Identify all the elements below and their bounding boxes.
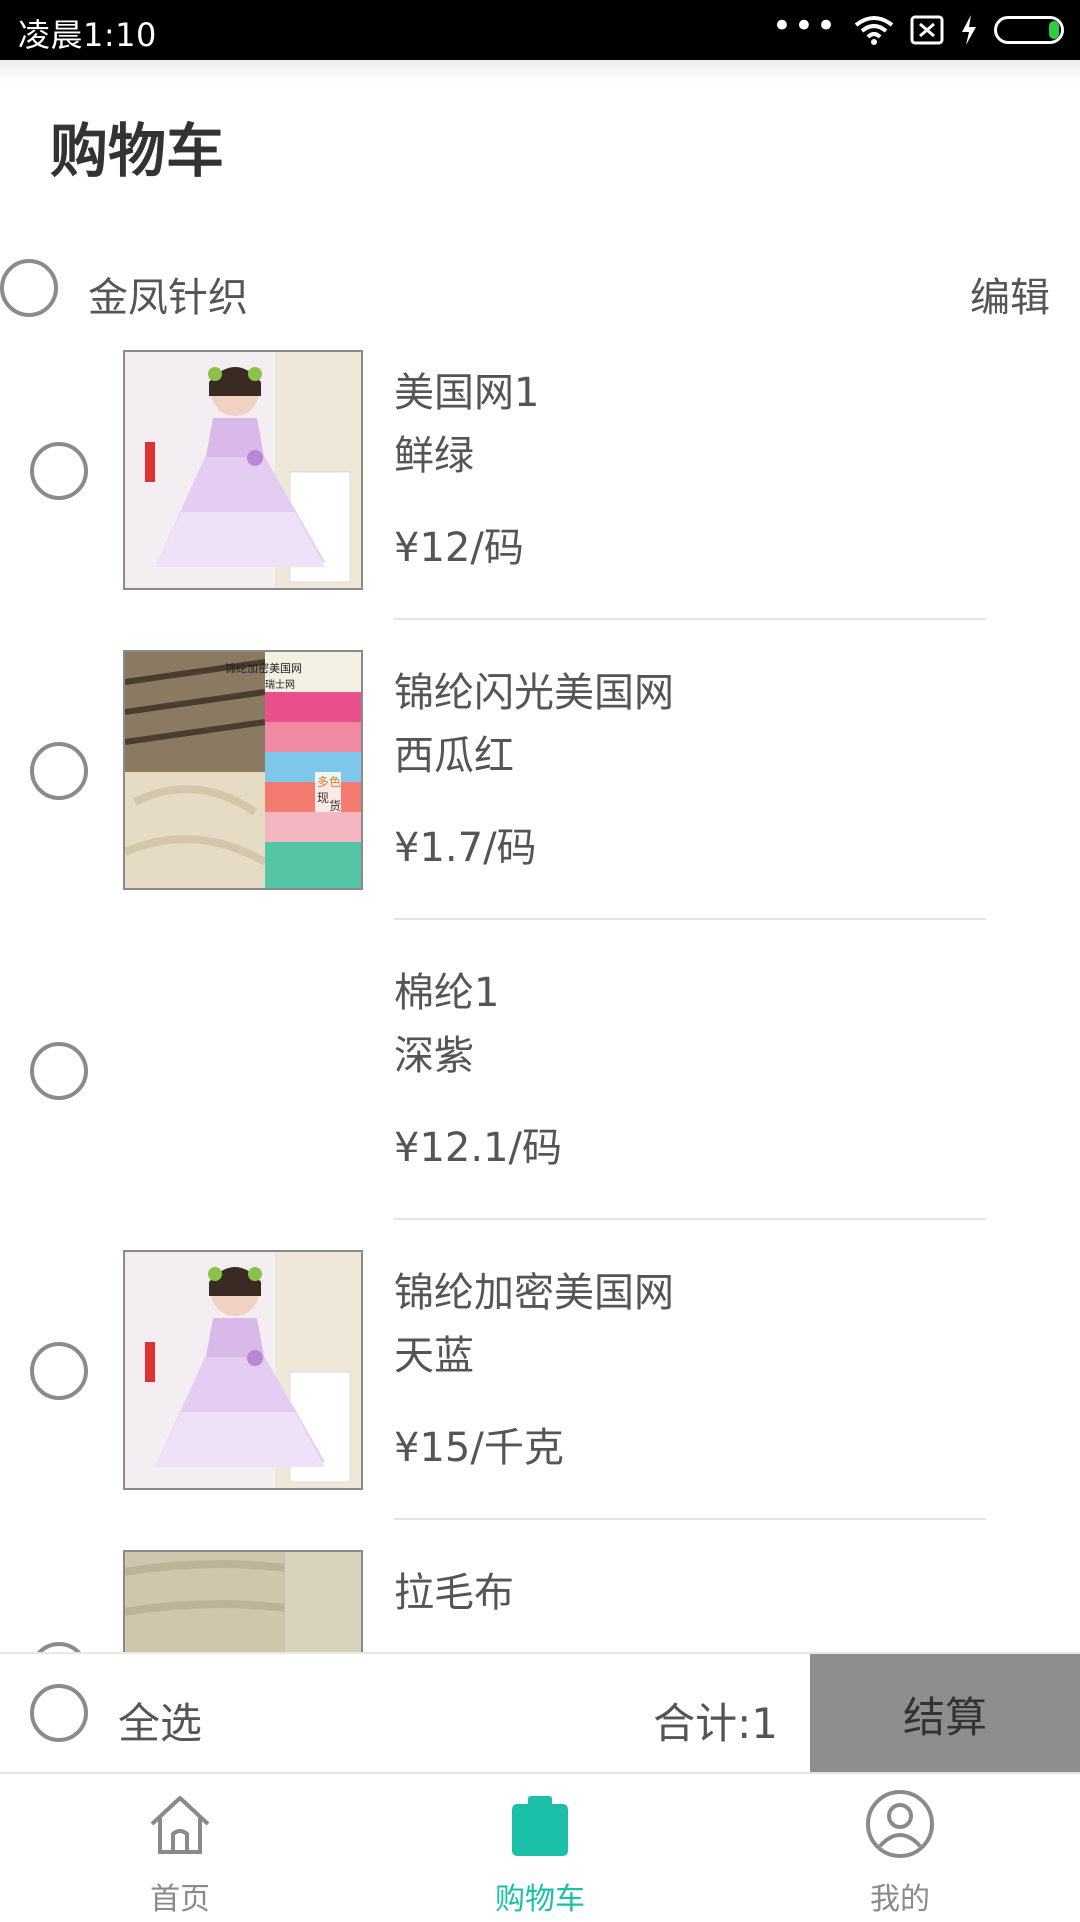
item-price: ¥12/码 — [394, 525, 524, 571]
collage-badge: 货 — [329, 798, 341, 813]
status-time: 凌晨1:10 — [18, 16, 157, 54]
collage-title: 锦纶加密美国网 — [225, 661, 302, 675]
cart-item[interactable]: 美国网1 鲜绿 ¥12/码 — [0, 350, 1080, 650]
divider — [394, 918, 986, 920]
select-all-radio[interactable] — [30, 1684, 88, 1742]
status-icons: ••• — [771, 6, 1064, 48]
collage-subtitle: 瑞士网 — [265, 678, 295, 691]
checkout-button[interactable]: 结算 — [810, 1654, 1080, 1774]
item-name: 锦纶加密美国网 — [394, 1270, 674, 1316]
item-select-radio[interactable] — [30, 1342, 88, 1400]
collage-badge: 多色 — [317, 775, 341, 789]
shop-header: 金凤针织 编辑 — [0, 250, 1080, 330]
page-title: 购物车 — [50, 117, 225, 185]
nav-profile-label: 我的 — [870, 1882, 930, 1917]
divider — [394, 618, 986, 620]
item-select-radio[interactable] — [30, 442, 88, 500]
collage-badge: 现 — [317, 791, 329, 805]
item-name: 棉纶1 — [394, 970, 500, 1016]
nav-cart[interactable]: 购物车 — [360, 1774, 720, 1922]
cart-item[interactable]: 锦纶加密美国网 天蓝 ¥15/千克 — [0, 1250, 1080, 1550]
item-color: 深紫 — [394, 1033, 474, 1079]
item-price: ¥15/千克 — [394, 1425, 564, 1471]
product-image[interactable] — [123, 950, 363, 1190]
battery-icon — [994, 16, 1064, 44]
charging-icon — [962, 15, 976, 45]
item-price: ¥12.1/码 — [394, 1125, 562, 1171]
item-color: 西瓜红 — [394, 733, 514, 779]
more-dots-icon: ••• — [771, 6, 838, 46]
product-image[interactable] — [123, 350, 363, 590]
shop-select-radio[interactable] — [0, 259, 58, 317]
total-count: 合计:1 — [653, 1699, 778, 1748]
nav-home-label: 首页 — [150, 1882, 210, 1917]
wifi-icon — [854, 16, 894, 45]
product-image[interactable] — [123, 1250, 363, 1490]
item-name: 美国网1 — [394, 370, 540, 416]
bottom-nav: 首页 购物车 我的 — [0, 1772, 1080, 1922]
divider — [394, 1518, 986, 1520]
item-color: 鲜绿 — [394, 433, 474, 479]
product-image[interactable]: 锦纶加密美国网 瑞士网 多色 现 货 — [123, 650, 363, 890]
item-select-radio[interactable] — [30, 1642, 88, 1652]
cart-item[interactable]: 锦纶加密美国网 瑞士网 多色 现 货 锦纶闪光美国网 西瓜红 ¥1.7/码 — [0, 650, 1080, 950]
item-name: 锦纶闪光美国网 — [394, 670, 674, 716]
item-price: ¥1.7/码 — [394, 825, 537, 871]
cart-bag-icon — [512, 1796, 568, 1856]
nav-cart-label: 购物车 — [495, 1882, 585, 1917]
user-icon — [866, 1790, 934, 1858]
home-icon — [150, 1796, 210, 1854]
cart-item-list[interactable]: 美国网1 鲜绿 ¥12/码 锦纶加密美国网 瑞士网 多色 现 货 锦纶闪光美国网… — [0, 350, 1080, 1652]
item-name: 拉毛布 — [394, 1570, 514, 1616]
cart-item[interactable]: 棉纶1 深紫 ¥12.1/码 — [0, 950, 1080, 1250]
checkout-bar: 全选 合计:1 结算 — [0, 1652, 1080, 1774]
item-select-radio[interactable] — [30, 742, 88, 800]
item-color: 天蓝 — [394, 1333, 474, 1379]
status-bar: 凌晨1:10 ••• — [0, 0, 1080, 60]
no-sim-icon — [910, 15, 944, 45]
select-all-label[interactable]: 全选 — [118, 1690, 202, 1751]
app-header: 购物车 — [0, 60, 1080, 185]
edit-button[interactable]: 编辑 — [970, 265, 1050, 323]
shop-name: 金凤针织 — [88, 275, 248, 321]
nav-profile[interactable]: 我的 — [720, 1774, 1080, 1922]
product-image[interactable] — [123, 1550, 363, 1652]
nav-home[interactable]: 首页 — [0, 1774, 360, 1922]
item-select-radio[interactable] — [30, 1042, 88, 1100]
divider — [394, 1218, 986, 1220]
cart-item[interactable]: 拉毛布 — [0, 1550, 1080, 1652]
